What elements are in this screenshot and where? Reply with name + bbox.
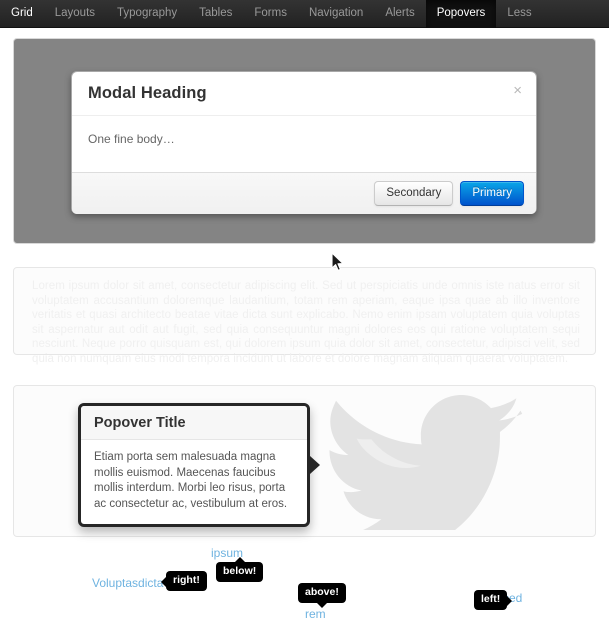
popover-title: Popover Title [81, 406, 307, 440]
modal-title: Modal Heading [88, 84, 207, 102]
tooltip-arrow-icon [156, 576, 167, 588]
nav-item-typography[interactable]: Typography [106, 0, 188, 28]
nav-item-less[interactable]: Less [496, 0, 542, 28]
modal-demo-backdrop: Modal Heading × One fine body… Secondary… [13, 38, 596, 244]
tooltip-left: left! [474, 590, 513, 610]
nav-item-forms[interactable]: Forms [243, 0, 298, 28]
tooltip-link-voluptasdicta[interactable]: Voluptasdicta [92, 576, 163, 590]
tooltips-demo-section: Lorem ipsum dolor sit amet, consectetur … [13, 267, 596, 621]
tooltip-below-label: below! [223, 565, 257, 577]
nav-item-navigation[interactable]: Navigation [298, 0, 374, 28]
nav-item-layouts[interactable]: Layouts [44, 0, 106, 28]
tooltip-above: above! [298, 583, 346, 608]
tooltip-arrow-icon [506, 595, 517, 607]
popover-demo-section: Popover Title Etiam porta sem malesuada … [13, 385, 596, 537]
nav-item-alerts[interactable]: Alerts [374, 0, 425, 28]
nav-item-grid[interactable]: Grid [0, 0, 44, 28]
primary-button[interactable]: Primary [460, 181, 524, 206]
tooltip-below: below! [216, 557, 264, 582]
tooltip-arrow-icon [315, 602, 328, 614]
close-icon[interactable]: × [511, 81, 524, 100]
modal-footer: Secondary Primary [72, 172, 536, 214]
popover-content: Etiam porta sem malesuada magna mollis e… [94, 451, 288, 510]
modal-body: One fine body… [88, 132, 175, 146]
tooltip-filler-text: Lorem ipsum dolor sit amet, consectetur … [32, 279, 580, 366]
top-navbar: Grid Layouts Typography Tables Forms Nav… [0, 0, 609, 28]
popover: Popover Title Etiam porta sem malesuada … [78, 403, 320, 527]
modal-header: Modal Heading × [72, 72, 536, 116]
tooltip-arrow-icon [233, 551, 246, 563]
modal-dialog: Modal Heading × One fine body… Secondary… [71, 71, 537, 214]
tooltip-left-label: left! [481, 593, 501, 605]
popover-arrow-icon [310, 456, 320, 474]
tooltip-above-label: above! [305, 586, 339, 598]
tooltip-right-label: right! [173, 574, 200, 586]
secondary-button[interactable]: Secondary [374, 181, 454, 206]
twitter-bird-icon [329, 394, 523, 530]
nav-item-tables[interactable]: Tables [188, 0, 243, 28]
tooltip-right: right! [161, 571, 207, 591]
nav-item-popovers[interactable]: Popovers [425, 0, 497, 28]
filler-paragraph: Lorem ipsum dolor sit amet, consectetur … [32, 280, 580, 365]
